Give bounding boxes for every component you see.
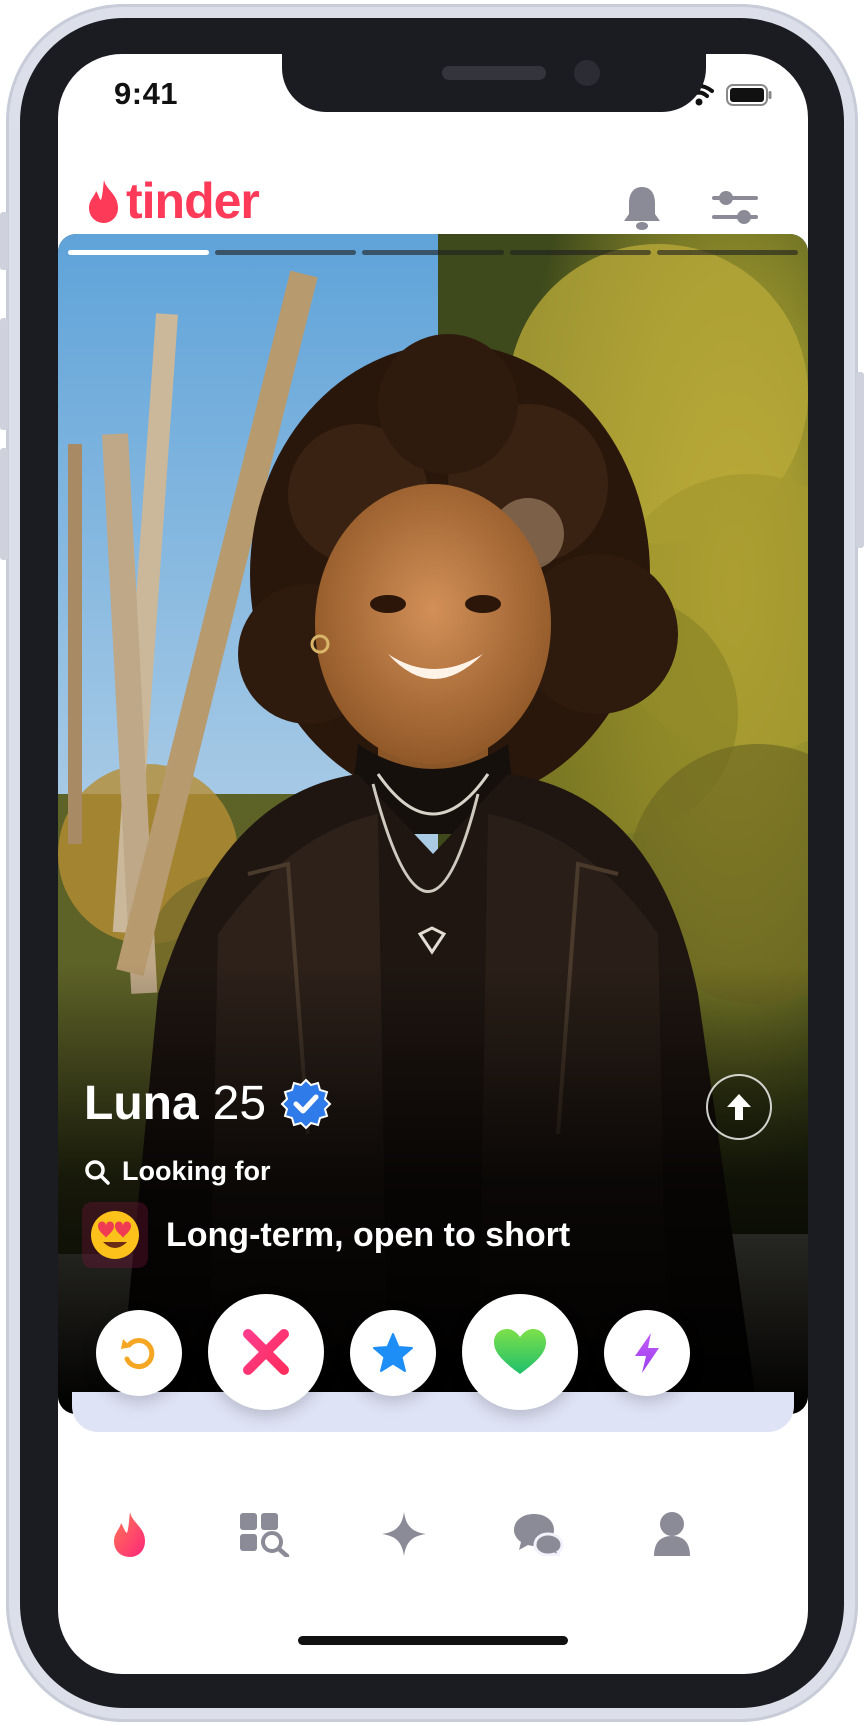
- battery-icon: [726, 84, 772, 106]
- notifications-button[interactable]: [622, 184, 662, 237]
- logo-wordmark: tinder: [126, 173, 260, 229]
- sliders-icon: [712, 191, 758, 224]
- flame-icon: [114, 1512, 145, 1557]
- photo-progress-segment: [215, 250, 357, 255]
- nav-profile[interactable]: [632, 1494, 712, 1574]
- photo-progress-segment: [362, 250, 504, 255]
- filters-button[interactable]: [712, 188, 758, 233]
- silent-switch: [0, 212, 8, 270]
- nav-gold[interactable]: [364, 1494, 444, 1574]
- bell-icon: [624, 187, 660, 230]
- nope-button[interactable]: [208, 1294, 324, 1410]
- looking-for-label: Looking for: [122, 1156, 271, 1186]
- flame-logo-icon: [89, 180, 118, 223]
- photo-progress: [68, 250, 799, 255]
- person-icon: [654, 1512, 690, 1556]
- bottom-nav: [58, 1494, 808, 1574]
- photo-progress-segment: [68, 250, 210, 255]
- boost-button[interactable]: [604, 1310, 690, 1396]
- speaker: [442, 66, 546, 80]
- x-icon: [243, 1329, 289, 1375]
- power-button: [856, 372, 864, 548]
- tinder-logo: tinder: [84, 172, 260, 230]
- explore-grid-icon: [240, 1513, 290, 1557]
- search-icon: [85, 1159, 110, 1185]
- home-indicator[interactable]: [298, 1636, 568, 1645]
- open-profile-button[interactable]: [706, 1074, 772, 1140]
- rewind-button[interactable]: [96, 1310, 182, 1396]
- chat-icon: [514, 1514, 564, 1556]
- bolt-icon: [635, 1333, 659, 1373]
- profile-name: Luna: [84, 1077, 199, 1130]
- rewind-icon: [121, 1338, 155, 1370]
- phone-screen: 9:41 tinder Luna 25 Looking for Long-ter…: [58, 54, 808, 1674]
- heart-eyes-icon: [82, 1202, 148, 1268]
- photo-progress-segment: [509, 250, 651, 255]
- notch: [282, 54, 706, 112]
- looking-for-row: Looking for: [84, 1156, 270, 1187]
- profile-card[interactable]: Luna 25 Looking for Long-term, open to s…: [58, 234, 808, 1414]
- volume-up-button: [0, 318, 8, 430]
- arrow-up-icon: [727, 1094, 751, 1120]
- volume-down-button: [0, 448, 8, 560]
- like-button[interactable]: [462, 1294, 578, 1410]
- nav-explore[interactable]: [224, 1494, 304, 1574]
- sparkle-icon: [382, 1512, 426, 1556]
- super-like-button[interactable]: [350, 1310, 436, 1396]
- nav-home[interactable]: [90, 1494, 170, 1574]
- verified-badge-icon: [280, 1078, 332, 1129]
- nav-messages[interactable]: [498, 1494, 578, 1574]
- action-tray: [72, 1392, 794, 1432]
- status-time: 9:41: [114, 76, 179, 111]
- photo-progress-segment: [656, 250, 799, 255]
- relationship-goal: Long-term, open to short: [82, 1202, 570, 1268]
- relationship-goal-text: Long-term, open to short: [166, 1215, 571, 1254]
- front-camera: [574, 60, 600, 86]
- profile-name-row: Luna 25: [84, 1076, 332, 1131]
- heart-icon: [494, 1329, 546, 1374]
- profile-age: 25: [212, 1077, 267, 1130]
- star-icon: [373, 1333, 413, 1372]
